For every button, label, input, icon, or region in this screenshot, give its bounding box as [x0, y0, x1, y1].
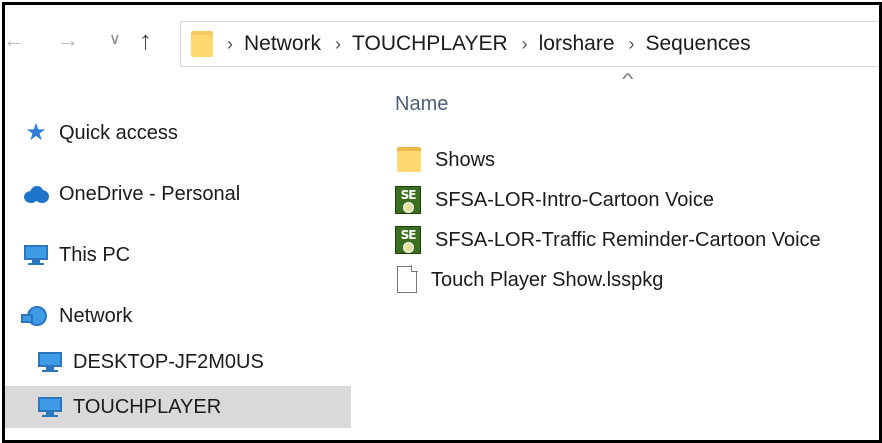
sidebar-item-touchplayer[interactable]: TOUCHPLAYER [5, 386, 351, 428]
recent-locations-chevron-down-icon[interactable]: ∨ [109, 32, 121, 48]
network-icon [21, 304, 49, 328]
breadcrumb-network[interactable]: Network [244, 32, 321, 56]
breadcrumb-chevron-icon[interactable]: › [335, 34, 341, 55]
explorer-window: ← → ∨ ↑ › Network › TOUCHPLAYER › lorsha… [2, 2, 882, 443]
breadcrumb-chevron-icon[interactable]: › [227, 34, 233, 55]
document-icon [395, 265, 418, 294]
file-name: Touch Player Show.lsspkg [431, 268, 664, 291]
sidebar-item-label: DESKTOP-JF2M0US [73, 350, 264, 373]
navigation-bar: ← → ∨ ↑ › Network › TOUCHPLAYER › lorsha… [5, 5, 879, 75]
sidebar-item-network[interactable]: Network [5, 295, 371, 337]
forward-arrow-icon[interactable]: → [57, 29, 79, 51]
cloud-icon [23, 182, 49, 206]
sidebar-item-onedrive[interactable]: OneDrive - Personal [5, 173, 371, 215]
back-arrow-icon[interactable]: ← [5, 29, 25, 51]
sidebar-item-this-pc[interactable]: This PC [5, 234, 371, 276]
sequence-file-icon: SE [395, 186, 421, 214]
name-column-header[interactable]: Name [395, 93, 448, 116]
breadcrumb-sequences[interactable]: Sequences [646, 32, 751, 56]
sidebar-item-label: Network [59, 304, 133, 327]
list-item-shows[interactable]: Shows [395, 143, 875, 177]
file-name: SFSA-LOR-Intro-Cartoon Voice [435, 188, 714, 211]
sidebar-item-label: TOUCHPLAYER [73, 395, 222, 418]
breadcrumb-lorshare[interactable]: lorshare [539, 32, 615, 56]
sidebar-item-desktop-jf2m0us[interactable]: DESKTOP-JF2M0US [5, 341, 371, 383]
sidebar-item-label: Quick access [59, 121, 178, 144]
computer-icon [37, 395, 63, 419]
folder-icon [395, 146, 421, 174]
breadcrumb-chevron-icon[interactable]: › [629, 34, 635, 55]
file-name: Shows [435, 148, 496, 171]
computer-icon [37, 350, 63, 374]
list-item-lsspkg[interactable]: Touch Player Show.lsspkg [395, 263, 875, 297]
folder-icon [191, 31, 213, 57]
star-icon: ★ [25, 119, 47, 146]
breadcrumb-touchplayer[interactable]: TOUCHPLAYER [352, 32, 508, 56]
computer-icon [23, 243, 49, 267]
sidebar-item-label: OneDrive - Personal [59, 182, 241, 205]
sequence-file-icon: SE [395, 226, 421, 254]
sidebar-item-quick-access[interactable]: ★ Quick access [5, 112, 371, 154]
up-arrow-icon[interactable]: ↑ [139, 27, 152, 53]
sidebar-item-label: This PC [59, 243, 131, 266]
file-name: SFSA-LOR-Traffic Reminder-Cartoon Voice [435, 228, 821, 251]
breadcrumb-chevron-icon[interactable]: › [522, 34, 528, 55]
file-list: Name Shows SE SFSA-LOR-Intro-Cartoon Voi… [385, 79, 875, 439]
address-bar[interactable]: › Network › TOUCHPLAYER › lorshare › Seq… [180, 21, 879, 67]
list-item-intro-sequence[interactable]: SE SFSA-LOR-Intro-Cartoon Voice [395, 183, 875, 217]
navigation-pane: ★ Quick access OneDrive - Personal This … [5, 79, 355, 440]
list-item-traffic-sequence[interactable]: SE SFSA-LOR-Traffic Reminder-Cartoon Voi… [395, 223, 875, 257]
